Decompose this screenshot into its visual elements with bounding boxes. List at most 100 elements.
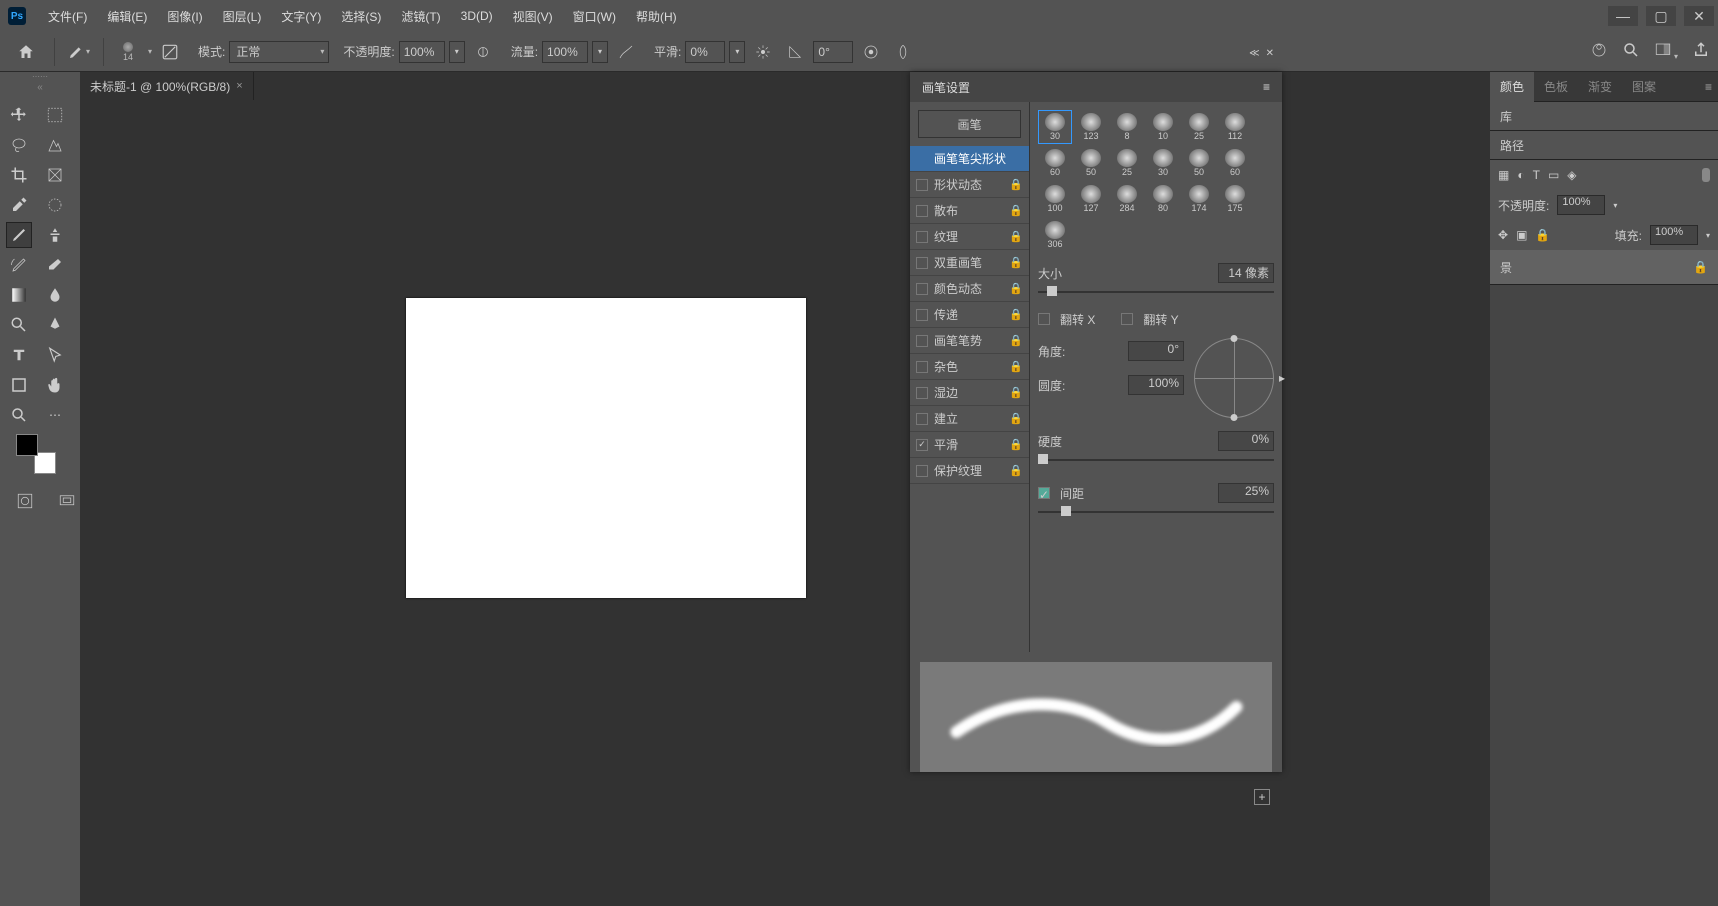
eyedropper-tool[interactable] xyxy=(6,192,32,218)
healing-tool[interactable] xyxy=(42,192,68,218)
blend-mode-dropdown[interactable]: 正常 xyxy=(229,41,329,63)
window-maximize-button[interactable]: ▢ xyxy=(1646,6,1676,26)
menu-file[interactable]: 文件(F) xyxy=(38,0,97,32)
pen-tool[interactable] xyxy=(42,312,68,338)
menu-type[interactable]: 文字(Y) xyxy=(271,0,331,32)
spacing-input[interactable]: 25% xyxy=(1218,483,1274,503)
brush-option-checkbox[interactable] xyxy=(916,231,928,243)
window-close-button[interactable]: ✕ xyxy=(1684,6,1714,26)
brush-preset-8[interactable]: 8 xyxy=(1110,110,1144,144)
rectangle-tool[interactable] xyxy=(6,372,32,398)
brush-tool[interactable] xyxy=(6,222,32,248)
brush-preset-284[interactable]: 284 xyxy=(1110,182,1144,216)
brush-option-checkbox[interactable] xyxy=(916,335,928,347)
panel-tab-libraries[interactable]: 库 xyxy=(1490,102,1718,130)
brush-option-checkbox[interactable] xyxy=(916,283,928,295)
smoothing-options-icon[interactable] xyxy=(751,40,775,64)
layer-filter-smart-icon[interactable]: ◈ xyxy=(1567,168,1576,182)
brush-preset-127[interactable]: 127 xyxy=(1074,182,1108,216)
lock-icon[interactable]: 🔒 xyxy=(1009,204,1023,217)
opacity-input[interactable]: 100% xyxy=(399,41,445,63)
lock-icon[interactable]: 🔒 xyxy=(1009,256,1023,269)
brush-option-8[interactable]: 杂色🔒 xyxy=(910,354,1029,380)
menu-filter[interactable]: 滤镜(T) xyxy=(391,0,450,32)
marquee-tool[interactable] xyxy=(42,102,68,128)
panel-tab-patterns[interactable]: 图案 xyxy=(1622,72,1666,102)
layer-opacity-input[interactable]: 100% xyxy=(1557,195,1605,215)
menu-window[interactable]: 窗口(W) xyxy=(563,0,626,32)
lock-icon[interactable]: 🔒 xyxy=(1009,334,1023,347)
document-tab[interactable]: 未标题-1 @ 100%(RGB/8) × xyxy=(80,72,254,100)
size-slider[interactable] xyxy=(1038,286,1274,298)
layer-filter-adjust-icon[interactable]: ◐ xyxy=(1517,168,1524,182)
lock-icon[interactable]: 🔒 xyxy=(1009,386,1023,399)
type-tool[interactable] xyxy=(6,342,32,368)
opacity-dropdown[interactable]: ▾ xyxy=(449,41,465,63)
layer-filter-shape-icon[interactable]: ▭ xyxy=(1548,168,1559,182)
tool-preset-icon[interactable]: ▾ xyxy=(67,40,91,64)
blur-tool[interactable] xyxy=(42,282,68,308)
brush-option-checkbox[interactable] xyxy=(916,257,928,269)
brush-option-11[interactable]: ✓平滑🔒 xyxy=(910,432,1029,458)
history-brush-tool[interactable] xyxy=(6,252,32,278)
layer-background[interactable]: 景 🔒 xyxy=(1490,250,1718,284)
brush-option-checkbox[interactable] xyxy=(916,413,928,425)
brush-option-0[interactable]: 画笔笔尖形状 xyxy=(910,146,1029,172)
brush-preset-306[interactable]: 306 xyxy=(1038,218,1072,250)
brush-option-checkbox[interactable] xyxy=(916,205,928,217)
brush-panel-menu-icon[interactable]: ≡ xyxy=(1263,80,1270,94)
brush-option-9[interactable]: 湿边🔒 xyxy=(910,380,1029,406)
angle-roundness-control[interactable]: ▸ xyxy=(1194,338,1274,418)
menu-select[interactable]: 选择(S) xyxy=(331,0,391,32)
foreground-color-swatch[interactable] xyxy=(16,434,38,456)
brush-preset-174[interactable]: 174 xyxy=(1182,182,1216,216)
layer-lock-icon[interactable]: 🔒 xyxy=(1693,260,1708,274)
brush-preset-30[interactable]: 30 xyxy=(1038,110,1072,144)
layer-fill-input[interactable]: 100% xyxy=(1650,225,1698,245)
airbrush-icon[interactable] xyxy=(614,40,638,64)
brush-option-checkbox[interactable] xyxy=(916,309,928,321)
brush-preset-60[interactable]: 60 xyxy=(1218,146,1252,180)
dodge-tool[interactable] xyxy=(6,312,32,338)
brush-preset-80[interactable]: 80 xyxy=(1146,182,1180,216)
brush-option-2[interactable]: 散布🔒 xyxy=(910,198,1029,224)
home-button[interactable] xyxy=(8,38,44,66)
pressure-opacity-icon[interactable] xyxy=(471,40,495,64)
brush-option-12[interactable]: 保护纹理🔒 xyxy=(910,458,1029,484)
brush-option-4[interactable]: 双重画笔🔒 xyxy=(910,250,1029,276)
panel-close-icon[interactable]: ✕ xyxy=(1266,48,1274,59)
brush-angle-input[interactable]: 0° xyxy=(1128,341,1184,361)
lasso-tool[interactable] xyxy=(6,132,32,158)
gradient-tool[interactable] xyxy=(6,282,32,308)
brush-preset-30[interactable]: 30 xyxy=(1146,146,1180,180)
brush-option-checkbox[interactable] xyxy=(916,361,928,373)
crop-tool[interactable] xyxy=(6,162,32,188)
brush-option-1[interactable]: 形状动态🔒 xyxy=(910,172,1029,198)
brush-option-checkbox[interactable] xyxy=(916,465,928,477)
brush-option-checkbox[interactable] xyxy=(916,387,928,399)
brush-preset-50[interactable]: 50 xyxy=(1074,146,1108,180)
spacing-checkbox[interactable]: ✓ xyxy=(1038,487,1050,499)
quickmask-icon[interactable] xyxy=(12,488,38,514)
menu-3d[interactable]: 3D(D) xyxy=(451,0,503,32)
panel-collapse-icon[interactable]: ≪ xyxy=(1249,48,1259,59)
lock-icon[interactable]: 🔒 xyxy=(1009,282,1023,295)
path-select-tool[interactable] xyxy=(42,342,68,368)
symmetry-icon[interactable] xyxy=(891,40,915,64)
brush-preset-112[interactable]: 112 xyxy=(1218,110,1252,144)
fgbg-swatch[interactable] xyxy=(16,424,56,474)
new-brush-icon[interactable]: + xyxy=(1254,789,1270,805)
lock-all-icon[interactable]: 🔒 xyxy=(1535,228,1550,242)
menu-image[interactable]: 图像(I) xyxy=(157,0,212,32)
pressure-size-icon[interactable] xyxy=(859,40,883,64)
layer-filter-toggle[interactable] xyxy=(1702,168,1710,182)
cloud-docs-icon[interactable] xyxy=(1590,41,1608,62)
brush-preset-10[interactable]: 10 xyxy=(1146,110,1180,144)
toolbox-collapse-icon[interactable]: « xyxy=(0,82,80,98)
layer-filter-type-icon[interactable]: T xyxy=(1533,168,1540,182)
layer-filter-pixel-icon[interactable]: ▦ xyxy=(1498,168,1509,182)
roundness-input[interactable]: 100% xyxy=(1128,375,1184,395)
clone-stamp-tool[interactable] xyxy=(42,222,68,248)
brush-preset-60[interactable]: 60 xyxy=(1038,146,1072,180)
screenmode-icon[interactable] xyxy=(54,488,80,514)
